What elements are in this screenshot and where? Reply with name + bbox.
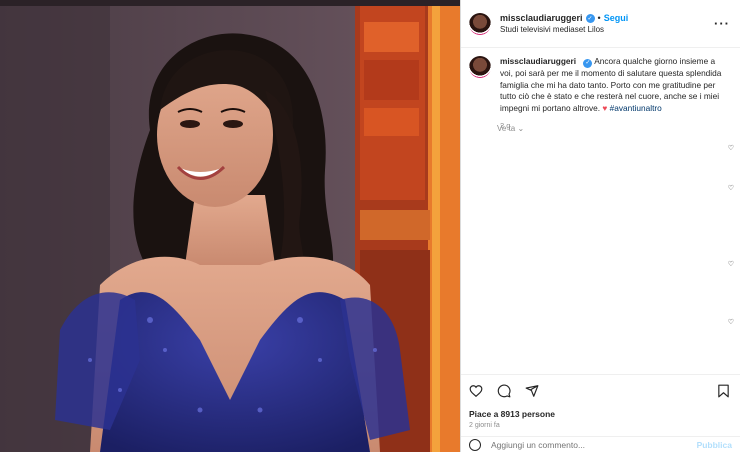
- separator-dot: •: [597, 13, 601, 23]
- caption-avatar[interactable]: [469, 56, 491, 78]
- caption-age: 2 g: [500, 120, 511, 130]
- comment-like-heart-icon[interactable]: ♡: [728, 144, 734, 152]
- follow-button[interactable]: Segui: [604, 13, 629, 23]
- chevron-down-icon: ⌄: [517, 124, 525, 133]
- hashtag-link[interactable]: #avantiunaltro: [610, 103, 662, 113]
- save-bookmark-icon[interactable]: [717, 384, 730, 398]
- comment-like-heart-icon[interactable]: ♡: [728, 318, 734, 326]
- like-heart-icon[interactable]: [469, 384, 483, 398]
- caption-username[interactable]: missclaudiaruggeri: [500, 56, 576, 66]
- comment-icon[interactable]: [497, 384, 511, 398]
- comment-like-heart-icon[interactable]: ♡: [728, 184, 734, 192]
- caption-block: missclaudiaruggeri ✓ Ancora qualche gior…: [461, 48, 740, 132]
- verified-icon: ✓: [583, 58, 593, 68]
- location-link[interactable]: Studi televisivi mediaset Lilos: [500, 25, 714, 34]
- post-header: missclaudiaruggeri ✓ • Segui Studi telev…: [461, 0, 740, 48]
- avatar[interactable]: [469, 12, 491, 35]
- emoji-icon[interactable]: [469, 438, 481, 451]
- publish-button[interactable]: Pubblica: [697, 440, 732, 450]
- verified-icon: ✓: [585, 13, 595, 23]
- comment-input[interactable]: [491, 439, 697, 450]
- heart-emoji: ♥: [602, 103, 608, 114]
- post-photo[interactable]: [0, 0, 460, 452]
- post-side-panel: missclaudiaruggeri ✓ • Segui Studi telev…: [460, 0, 740, 452]
- action-bar: Piace a 8913 persone 2 giorni fa: [461, 374, 740, 429]
- translate-label: Ve ta: [497, 124, 516, 133]
- likes-count[interactable]: Piace a 8913 persone: [469, 409, 730, 419]
- caption-text-wrap: missclaudiaruggeri ✓ Ancora qualche gior…: [500, 56, 730, 132]
- header-user-info: missclaudiaruggeri ✓ • Segui Studi telev…: [500, 13, 714, 34]
- username-link[interactable]: missclaudiaruggeri: [500, 13, 583, 23]
- see-translation-link[interactable]: Ve ta ⌄: [497, 124, 524, 133]
- more-horizontal-icon[interactable]: ···: [714, 17, 730, 30]
- photo-illustration: [0, 0, 460, 452]
- comment-like-heart-icon[interactable]: ♡: [728, 260, 734, 268]
- add-comment-bar: Pubblica: [461, 436, 740, 452]
- share-icon[interactable]: [525, 384, 539, 398]
- instagram-post-view: missclaudiaruggeri ✓ • Segui Studi telev…: [0, 0, 740, 452]
- post-date: 2 giorni fa: [469, 422, 500, 429]
